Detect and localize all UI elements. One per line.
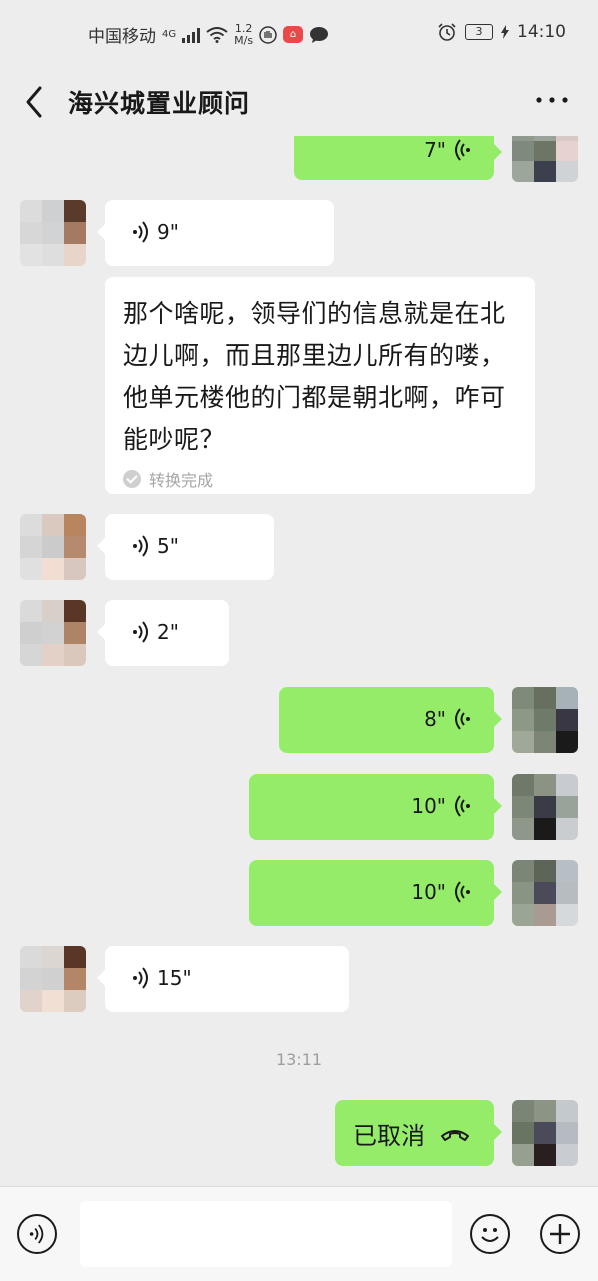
plus-icon: [550, 1224, 570, 1244]
avatar-self[interactable]: [512, 687, 578, 753]
transcript-text: 那个啥呢，领导们的信息就是在北边儿啊，而且那里边儿所有的喽，他单元楼他的门都是朝…: [123, 299, 506, 454]
carrier-name: 中国移动: [88, 27, 156, 47]
more-dots-icon[interactable]: [534, 92, 570, 108]
message-list[interactable]: 7" 9" 那个啥呢，领导们的信息就是在北边儿啊，而且那里边儿所有的喽，他单元楼…: [0, 136, 598, 1186]
signal-icon: [182, 27, 201, 43]
outgoing-voice-message[interactable]: 10": [249, 774, 502, 840]
check-circle-icon: [123, 470, 141, 488]
voice-duration: 8": [424, 707, 446, 731]
cancelled-call-message[interactable]: 已取消: [335, 1100, 502, 1166]
incoming-voice-message[interactable]: 15": [97, 946, 349, 1012]
clock: 14:10: [517, 22, 566, 42]
voice-wave-icon: [133, 967, 148, 989]
avatar-self[interactable]: [512, 1100, 578, 1166]
voice-duration: 15": [157, 966, 192, 990]
avatar-self[interactable]: [512, 774, 578, 840]
network-speed: 1.2 M/s: [234, 21, 254, 47]
input-bar: [0, 1186, 598, 1281]
more-functions-button[interactable]: [540, 1214, 580, 1254]
outgoing-voice-message[interactable]: 8": [279, 687, 502, 753]
voice-wave-icon: [455, 139, 470, 161]
voice-wave-icon: [455, 795, 470, 817]
phone-hangup-icon: [441, 1129, 469, 1141]
outgoing-voice-message[interactable]: 10": [249, 860, 502, 926]
voice-duration: 7": [424, 138, 446, 162]
app-notification-icon: ⌂: [283, 26, 304, 43]
avatar-self[interactable]: [512, 136, 578, 182]
charging-icon: [501, 25, 509, 39]
outgoing-voice-message[interactable]: 7": [294, 136, 502, 180]
message-timestamp: 13:11: [275, 1050, 323, 1069]
speed-unit: M/s: [234, 33, 254, 47]
avatar-contact[interactable]: [20, 946, 86, 1012]
voice-wave-icon: [133, 535, 148, 557]
emoji-button[interactable]: [470, 1214, 510, 1254]
network-type: 4G: [162, 28, 177, 40]
wifi-icon: [206, 26, 228, 43]
emoji-icon: [481, 1228, 499, 1242]
incoming-voice-message[interactable]: 9": [97, 200, 334, 266]
voice-input-button[interactable]: [17, 1214, 57, 1254]
message-input[interactable]: [80, 1201, 452, 1267]
voice-wave-icon: [133, 621, 148, 643]
incoming-voice-message[interactable]: 5": [97, 514, 274, 580]
chat-title: 海兴城置业顾问: [68, 89, 251, 118]
battery-icon: 3: [465, 24, 493, 40]
avatar-self[interactable]: [512, 860, 578, 926]
avatar-contact[interactable]: [20, 514, 86, 580]
hand-icon: [259, 25, 277, 44]
voice-duration: 10": [411, 794, 446, 818]
incoming-voice-message[interactable]: 2": [97, 600, 229, 666]
status-right: 3 14:10: [437, 22, 566, 42]
chat-header: 海兴城置业顾问: [0, 70, 598, 136]
voice-duration: 5": [157, 534, 179, 558]
transcript-status: 转换完成: [123, 467, 517, 491]
voice-wave-icon: [29, 1224, 44, 1244]
avatar-contact[interactable]: [20, 600, 86, 666]
voice-duration: 10": [411, 880, 446, 904]
voice-transcript[interactable]: 那个啥呢，领导们的信息就是在北边儿啊，而且那里边儿所有的喽，他单元楼他的门都是朝…: [105, 277, 535, 494]
voice-wave-icon: [455, 708, 470, 730]
transcript-status-label: 转换完成: [149, 471, 214, 490]
voice-wave-icon: [133, 221, 148, 243]
speed-value: 1.2: [234, 21, 253, 35]
chevron-left-icon[interactable]: [22, 82, 46, 122]
alarm-icon: [438, 23, 456, 41]
avatar-contact[interactable]: [20, 200, 86, 266]
message-icon: [310, 26, 329, 43]
voice-wave-icon: [455, 881, 470, 903]
call-status-text: 已取消: [353, 1122, 425, 1150]
status-left: 中国移动 4G 1.2 M/s ⌂: [88, 22, 329, 47]
status-bar: 中国移动 4G 1.2 M/s ⌂ 3 14:10: [0, 0, 598, 70]
voice-duration: 9": [157, 220, 179, 244]
voice-duration: 2": [157, 620, 179, 644]
